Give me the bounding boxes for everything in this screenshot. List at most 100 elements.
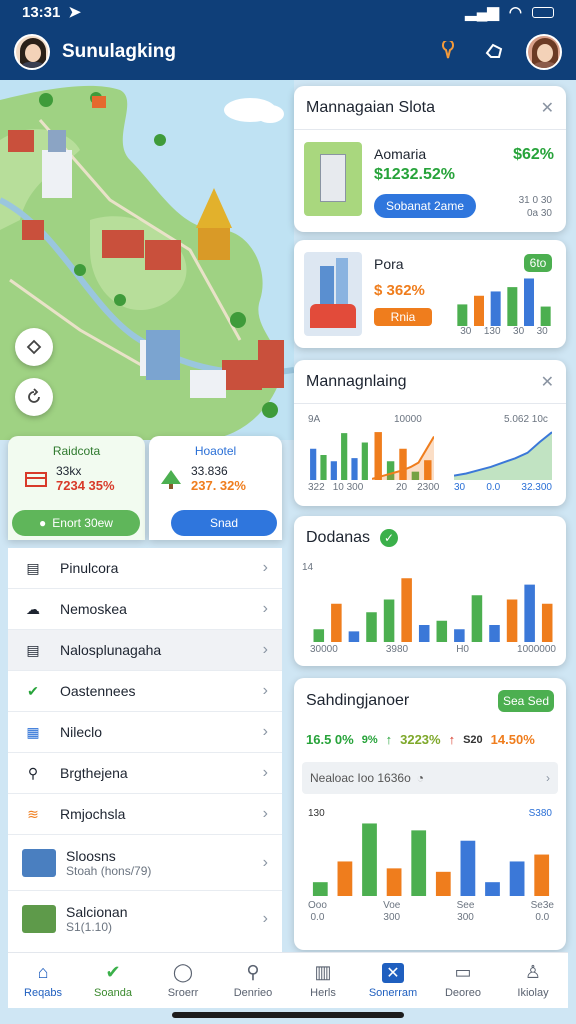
info-panel-right: Hoaotel 33.836 237. 32% Snad [149,436,282,540]
profile-avatar[interactable] [526,34,562,70]
chevron-right-icon: › [262,805,268,822]
list-item[interactable]: ▦ Nileclo › [8,712,282,753]
chart-bar [411,830,427,896]
grouped-bar-chart [313,578,553,642]
tab-notifications[interactable]: ▭ Deoreo [428,953,498,1008]
list-item[interactable]: ≋ Rmjochsla › [8,794,282,835]
card-percent: $62% [513,146,554,163]
panel-right-button[interactable]: Snad [171,510,277,536]
tab-shield[interactable]: ✔ Soanda [78,953,148,1008]
tick-label: See [456,900,475,911]
map-icon: ✕ [382,962,404,983]
stat-value: 16.5 0% [306,732,354,747]
tab-home[interactable]: ⌂ Reqabs [8,953,78,1008]
list-item[interactable]: ✔ Oastennees › [8,671,282,712]
directions-button[interactable] [15,328,53,366]
tick-label: 2300 [417,482,440,493]
tick-label: 0.0 [310,912,325,923]
app-title: Sunulagking [62,41,176,62]
tick-label: 32.300 [521,482,552,493]
list-item[interactable]: ▤ Pinulcora › [8,548,282,589]
chevron-right-icon: › [546,771,550,785]
panel-line2: 7234 35% [56,478,115,493]
card-title: Sahdingjanoer [306,692,410,709]
close-icon[interactable]: ✕ [541,372,554,392]
building-block-icon [22,848,56,877]
tick-label: 300 [383,912,401,923]
inbox-icon: ▭ [454,962,472,982]
chart-bar [474,295,484,326]
document-icon: ▤ [26,559,40,576]
panel-left-button[interactable]: ● Enort 30ew [12,510,140,536]
list-item[interactable]: ☁ Nemoskea › [8,589,282,630]
calendar-icon: ▦ [26,723,40,740]
building-thumbnail [304,142,362,216]
close-icon[interactable]: ✕ [541,98,554,118]
tick-label: H0 [456,644,469,655]
card-title: Mannagaian Slota [306,98,435,116]
chart-bar [320,455,327,480]
cloud-icon: ☁ [26,600,40,617]
info-panel-left: Raidcota 33kx 7234 35% ● Enort 30ew [8,436,145,540]
chart-bar [524,584,535,642]
tick-label: Ooo [308,900,327,911]
avatar[interactable] [14,34,50,70]
chart-bar [457,304,468,326]
tick-label: 9A [308,414,321,425]
stat-value: 14.50% [490,732,535,747]
chart-bar [366,612,377,642]
ticket-icon [25,471,47,487]
chart-bar [383,599,395,642]
tick-label: 0.0 [486,482,501,493]
stat-value: 3223% [400,732,441,747]
chart-bar [460,840,476,896]
tick-label: 5.062 10c [504,414,548,425]
chart-bar [490,291,501,326]
card-value: $ 362% [374,282,425,299]
list-item[interactable]: Salcionan S1(1.10) › [8,891,282,947]
card1-button[interactable]: Sobanat 2ame [374,194,476,218]
card-side-text: 31 0 30 [518,195,552,206]
chart-bar [337,861,353,896]
list-item[interactable]: Sloosns Stoah (hons/79) › [8,835,282,891]
chart-bar [386,868,402,896]
chart-bar [341,433,348,480]
search-input[interactable]: Nealoac Ioo 1636o ◔ › [302,762,558,794]
tick-label: 30 [460,326,472,337]
chart-bar [310,448,317,480]
list-item[interactable]: ⚲ Brgthejena › [8,753,282,794]
tab-map[interactable]: ✕ Sonerram [358,953,428,1008]
tick-label: 300 [457,912,474,923]
managing-card: Mannagnlaing ✕ 9A 10000 5.062 10c 322 10… [294,360,566,506]
card5-button[interactable]: Sea Sed [498,690,554,712]
tab-profile[interactable]: ♙ Ikiolay [498,953,568,1008]
tab-chat[interactable]: ◯ Sroerr [148,953,218,1008]
chart-bar [471,595,483,642]
shield-icon: ● [39,516,47,530]
chart-bar [506,599,518,642]
recenter-button[interactable] [15,378,53,416]
chart-bar [348,631,360,642]
chart-bar [489,625,500,642]
list-item[interactable]: ▤ Nalosplunagaha › [8,630,282,671]
chevron-right-icon: › [262,600,268,617]
chevron-right-icon: › [262,853,268,871]
navigation-arrow-icon: ➤ [68,4,81,21]
chevron-right-icon: › [262,723,268,740]
battery-icon [532,6,554,18]
tick-label: 30 [454,482,466,493]
location-pin-icon[interactable] [434,38,462,66]
tab-hotels[interactable]: ▥ Herls [288,953,358,1008]
up-arrow-icon: ↑ [448,732,456,747]
map-view[interactable] [0,80,294,440]
tick-label: 30 [513,326,525,337]
chart-bar [401,578,412,642]
wifi-icon: ◠ [508,4,522,21]
chart-bar [361,442,368,480]
chart-bar [331,603,342,642]
tab-search[interactable]: ⚲ Denrieo [218,953,288,1008]
app-bar: Sunulagking [0,24,576,80]
chevron-right-icon: › [262,910,268,927]
card2-button[interactable]: Rnia [374,308,432,326]
chat-bubble-icon[interactable] [480,38,508,66]
